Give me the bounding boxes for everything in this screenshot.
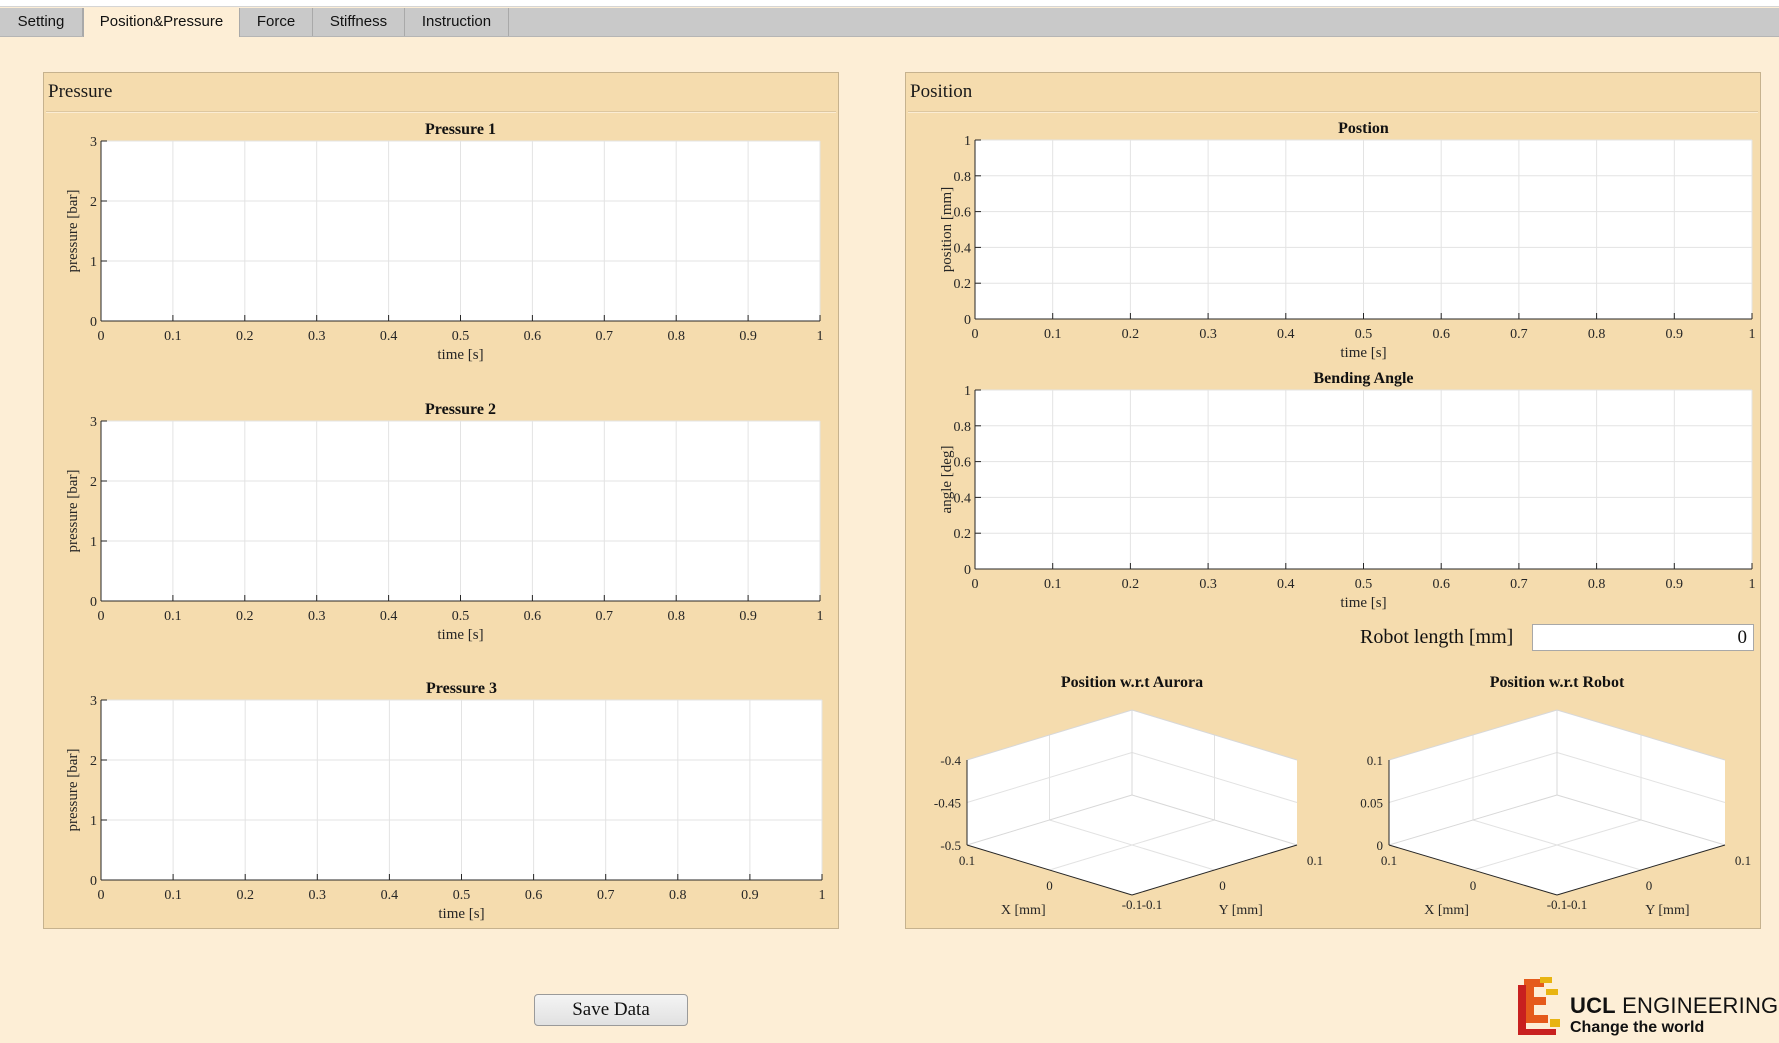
tab-force[interactable]: Force	[240, 8, 313, 36]
panel-divider	[908, 111, 1758, 113]
logo-title: UCL ENGINEERING	[1570, 993, 1778, 1019]
position-panel: Position	[905, 72, 1761, 929]
pressure-panel: Pressure	[43, 72, 839, 929]
logo-tagline: Change the world	[1570, 1019, 1705, 1036]
ucl-engineering-logo: UCL ENGINEERING Change the world	[1516, 975, 1778, 1039]
tab-setting[interactable]: Setting	[0, 8, 83, 36]
save-data-button[interactable]: Save Data	[534, 994, 688, 1026]
ucl-logo-icon	[1518, 977, 1560, 1035]
logo-title-bold: UCL	[1570, 993, 1616, 1018]
pressure-panel-title: Pressure	[48, 81, 113, 102]
tab-bar: Setting Position&Pressure Force Stiffnes…	[0, 8, 1779, 37]
panel-divider	[46, 111, 836, 113]
robot-length-label: Robot length [mm]	[1360, 626, 1514, 648]
position-panel-title: Position	[910, 81, 973, 102]
window-top-border	[0, 0, 1779, 7]
robot-length-input[interactable]	[1532, 624, 1754, 651]
tab-instruction[interactable]: Instruction	[405, 8, 509, 36]
logo-title-rest: ENGINEERING	[1615, 993, 1779, 1018]
tab-stiffness[interactable]: Stiffness	[313, 8, 405, 36]
tab-position-pressure[interactable]: Position&Pressure	[83, 8, 240, 37]
